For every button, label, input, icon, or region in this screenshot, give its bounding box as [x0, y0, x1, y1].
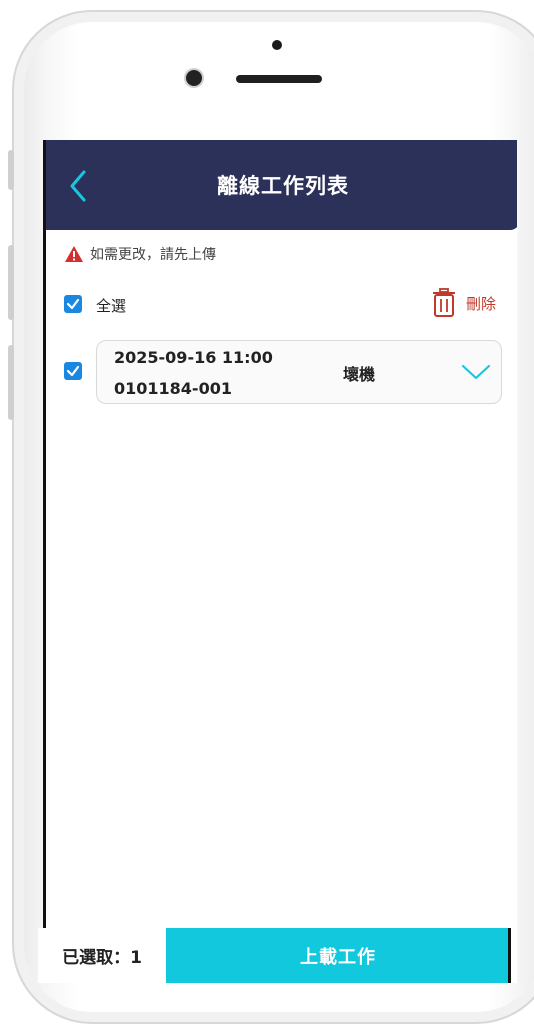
job-datetime: 2025-09-16 11:00	[114, 348, 273, 367]
front-camera	[186, 70, 202, 86]
phone-volume-up	[8, 245, 14, 320]
page-title: 離線工作列表	[217, 174, 349, 198]
earpiece-speaker	[236, 75, 322, 83]
job-card[interactable]: 2025-09-16 11:00 0101184-001 壞機	[96, 340, 502, 404]
chevron-down-icon[interactable]	[461, 363, 491, 381]
upload-jobs-button[interactable]: 上載工作	[166, 928, 510, 983]
delete-button[interactable]: 刪除	[432, 288, 496, 318]
proximity-sensor	[272, 40, 282, 50]
warning-banner: 如需更改，請先上傳	[64, 244, 216, 264]
job-checkbox[interactable]	[64, 362, 82, 380]
select-all-checkbox[interactable]	[64, 295, 82, 313]
phone-side-button	[8, 150, 14, 190]
checkmark-icon	[66, 298, 80, 310]
job-status: 壞機	[343, 365, 376, 384]
select-all-label: 全選	[96, 297, 127, 315]
trash-icon	[433, 288, 455, 317]
selected-count: 已選取：1	[38, 928, 166, 983]
bottom-action-bar: 已選取：1 上載工作	[38, 928, 510, 983]
job-code: 0101184-001	[114, 379, 232, 398]
warning-triangle-icon	[65, 246, 83, 262]
warning-text: 如需更改，請先上傳	[90, 247, 216, 263]
top-header: 離線工作列表	[46, 140, 517, 230]
phone-volume-down	[8, 345, 14, 420]
delete-label: 刪除	[466, 294, 497, 313]
checkmark-icon	[66, 365, 80, 377]
screen-edge	[508, 928, 511, 983]
app-screen: 離線工作列表 如需更改，請先上傳 全選 刪除 2025-09-16 11:00	[43, 140, 517, 983]
